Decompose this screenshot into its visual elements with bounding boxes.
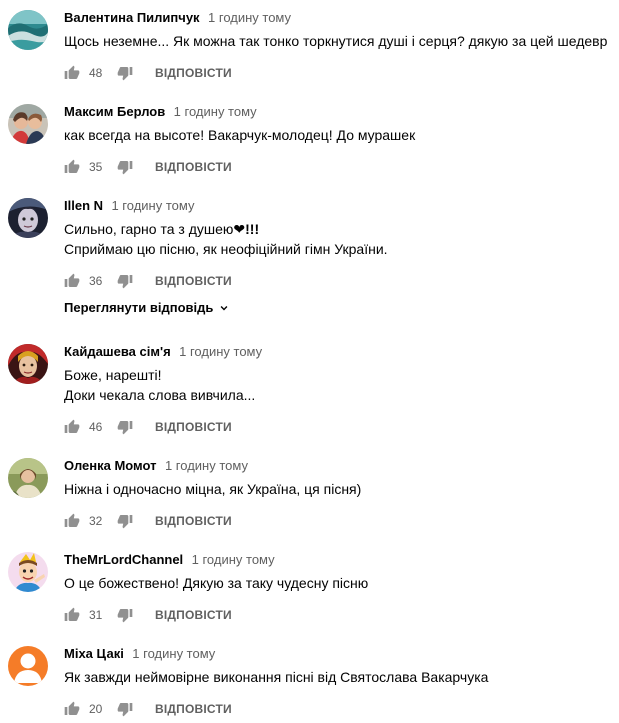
comment-header: Максим Берлов 1 годину тому — [64, 104, 257, 120]
comment-time[interactable]: 1 годину тому — [174, 104, 257, 119]
author-name[interactable]: Максим Берлов — [64, 104, 165, 119]
comment-time[interactable]: 1 годину тому — [132, 646, 215, 661]
like-count: 32 — [89, 514, 103, 528]
thumb-up-icon[interactable] — [64, 159, 80, 175]
reply-button[interactable]: ВІДПОВІСТИ — [155, 274, 232, 288]
avatar-image — [8, 646, 48, 686]
author-name[interactable]: Illen N — [64, 198, 103, 213]
comment-actions: 48 ВІДПОВІСТИ — [64, 65, 232, 81]
thumb-up-icon[interactable] — [64, 607, 80, 623]
comment-actions: 46 ВІДПОВІСТИ — [64, 419, 232, 435]
thumb-up-icon[interactable] — [64, 273, 80, 289]
thumb-down-icon[interactable] — [117, 273, 133, 289]
thumb-up-icon[interactable] — [64, 65, 80, 81]
thumb-down-icon[interactable] — [117, 607, 133, 623]
thumb-up-icon[interactable] — [64, 701, 80, 717]
comment-header: Валентина Пилипчук 1 годину тому — [64, 10, 291, 26]
view-replies-button[interactable]: Переглянути відповідь — [64, 300, 231, 315]
author-name[interactable]: Кайдашева сім'я — [64, 344, 171, 359]
reply-button[interactable]: ВІДПОВІСТИ — [155, 420, 232, 434]
comment-actions: 31 ВІДПОВІСТИ — [64, 607, 232, 623]
comment-line: как всегда на высоте! Вакарчук-молодец! … — [64, 127, 416, 143]
avatar[interactable] — [8, 646, 48, 686]
comment-line: Щось неземне... Як можна так тонко торкн… — [64, 33, 608, 49]
reply-button[interactable]: ВІДПОВІСТИ — [155, 702, 232, 716]
comment-line: О це божествено! Дякую за таку чудесну п… — [64, 575, 369, 591]
author-name[interactable]: Валентина Пилипчук — [64, 10, 200, 25]
comment-text: Ніжна і одночасно міцна, як Україна, ця … — [64, 479, 361, 499]
comment-time[interactable]: 1 годину тому — [179, 344, 262, 359]
comment-text: Сильно, гарно та з душею❤!!! Сприймаю цю… — [64, 219, 388, 259]
comment-line: Ніжна і одночасно міцна, як Україна, ця … — [64, 481, 362, 497]
thumb-down-icon[interactable] — [117, 65, 133, 81]
reply-button[interactable]: ВІДПОВІСТИ — [155, 514, 232, 528]
comment-line-text: Сильно, гарно та з душею — [64, 221, 234, 237]
heart-emoji: ❤!!! — [233, 221, 260, 237]
reply-button[interactable]: ВІДПОВІСТИ — [155, 66, 232, 80]
avatar-image — [8, 552, 48, 592]
thumb-down-icon[interactable] — [117, 513, 133, 529]
avatar[interactable] — [8, 10, 48, 50]
comment-header: Illen N 1 годину тому — [64, 198, 194, 214]
comment-line: Сприймаю цю пісню, як неофіційний гімн У… — [64, 241, 388, 257]
avatar[interactable] — [8, 104, 48, 144]
avatar[interactable] — [8, 198, 48, 238]
thumb-down-icon[interactable] — [117, 159, 133, 175]
like-count: 20 — [89, 702, 103, 716]
comment-header: Оленка Момот 1 годину тому — [64, 458, 248, 474]
author-name[interactable]: TheMrLordChannel — [64, 552, 183, 567]
like-count: 35 — [89, 160, 103, 174]
thumb-up-icon[interactable] — [64, 513, 80, 529]
like-count: 48 — [89, 66, 103, 80]
thumb-down-icon[interactable] — [117, 419, 133, 435]
thumb-down-icon[interactable] — [117, 701, 133, 717]
avatar-image — [8, 104, 48, 144]
comment-text: О це божествено! Дякую за таку чудесну п… — [64, 573, 368, 593]
comment-actions: 20 ВІДПОВІСТИ — [64, 701, 232, 717]
thumb-up-icon[interactable] — [64, 419, 80, 435]
comment-line: Сильно, гарно та з душею❤!!! — [64, 219, 388, 239]
comment-header: Міха Цакі 1 годину тому — [64, 646, 215, 662]
comment-header: Кайдашева сім'я 1 годину тому — [64, 344, 262, 360]
avatar[interactable] — [8, 552, 48, 592]
avatar-image — [8, 198, 48, 238]
comment-actions: 35 ВІДПОВІСТИ — [64, 159, 232, 175]
comment-actions: 32 ВІДПОВІСТИ — [64, 513, 232, 529]
avatar-image — [8, 10, 48, 50]
author-name[interactable]: Оленка Момот — [64, 458, 157, 473]
reply-button[interactable]: ВІДПОВІСТИ — [155, 608, 232, 622]
comment-time[interactable]: 1 годину тому — [208, 10, 291, 25]
comment-time[interactable]: 1 годину тому — [111, 198, 194, 213]
comment-actions: 36 ВІДПОВІСТИ — [64, 273, 232, 289]
comment-text: как всегда на высоте! Вакарчук-молодец! … — [64, 125, 415, 145]
avatar[interactable] — [8, 344, 48, 384]
avatar-image — [8, 458, 48, 498]
avatar[interactable] — [8, 458, 48, 498]
like-count: 46 — [89, 420, 103, 434]
comment-line: Боже, нарешті! — [64, 367, 162, 383]
view-replies-label: Переглянути відповідь — [64, 300, 214, 315]
comment-header: TheMrLordChannel 1 годину тому — [64, 552, 275, 568]
comment-text: Щось неземне... Як можна так тонко торкн… — [64, 31, 607, 51]
comment-time[interactable]: 1 годину тому — [165, 458, 248, 473]
chevron-down-icon — [217, 301, 231, 315]
comment-text: Як завжди неймовірне виконання пісні від… — [64, 667, 488, 687]
comment-time[interactable]: 1 годину тому — [192, 552, 275, 567]
avatar-image — [8, 344, 48, 384]
like-count: 31 — [89, 608, 103, 622]
like-count: 36 — [89, 274, 103, 288]
comment-text: Боже, нарешті! Доки чекала слова вивчила… — [64, 365, 255, 405]
author-name[interactable]: Міха Цакі — [64, 646, 124, 661]
reply-button[interactable]: ВІДПОВІСТИ — [155, 160, 232, 174]
comment-line: Як завжди неймовірне виконання пісні від… — [64, 669, 489, 685]
comment-line: Доки чекала слова вивчила... — [64, 387, 256, 403]
